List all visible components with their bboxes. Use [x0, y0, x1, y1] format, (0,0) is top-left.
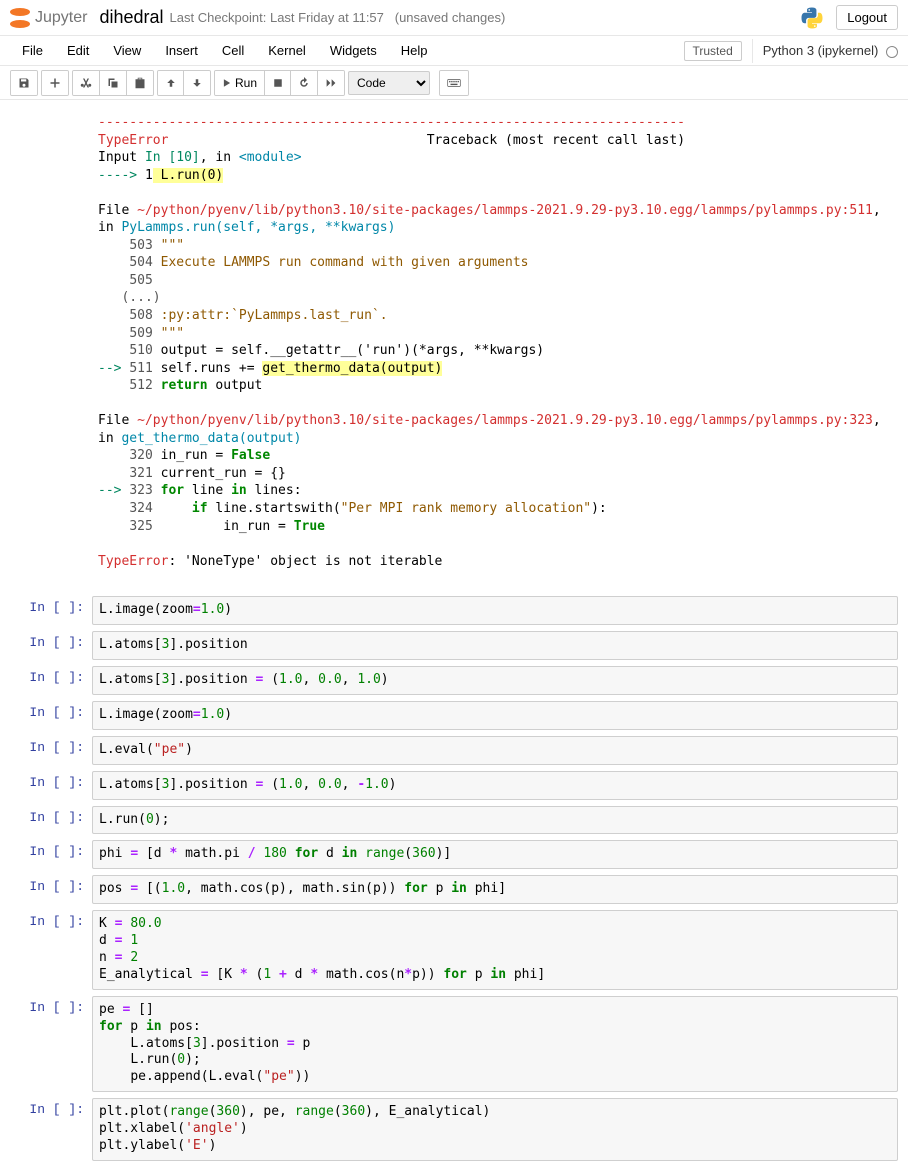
code-cell[interactable]: In [ ]: pe = [] for p in pos: L.atoms[3]… — [0, 994, 908, 1094]
save-icon — [18, 77, 30, 89]
run-button[interactable]: Run — [215, 71, 265, 95]
paste-icon — [134, 77, 146, 89]
notebook-header: Jupyter dihedral Last Checkpoint: Last F… — [0, 0, 908, 36]
code-input[interactable]: pe = [] for p in pos: L.atoms[3].positio… — [92, 996, 898, 1092]
code-cell[interactable]: In [ ]: L.atoms[3].position = (1.0, 0.0,… — [0, 664, 908, 697]
input-prompt: In [ ]: — [10, 631, 92, 660]
kernel-name[interactable]: Python 3 (ipykernel) — [763, 43, 898, 58]
menubar: File Edit View Insert Cell Kernel Widget… — [0, 36, 908, 66]
input-prompt: In [ ]: — [10, 910, 92, 990]
jupyter-logo[interactable]: Jupyter — [10, 8, 87, 28]
input-prompt: In [ ]: — [10, 771, 92, 800]
code-cell[interactable]: In [ ]: L.image(zoom=1.0) — [0, 699, 908, 732]
cell-type-select[interactable]: Code — [348, 71, 430, 95]
code-cell[interactable]: In [ ]: plt.plot(range(360), pe, range(3… — [0, 1096, 908, 1163]
arrow-up-icon — [166, 77, 176, 89]
add-cell-button[interactable] — [42, 71, 68, 95]
input-prompt: In [ ]: — [10, 1098, 92, 1161]
toolbar: Run Code — [0, 66, 908, 100]
input-prompt: In [ ]: — [10, 875, 92, 904]
copy-button[interactable] — [100, 71, 127, 95]
code-input[interactable]: L.atoms[3].position = (1.0, 0.0, 1.0) — [92, 666, 898, 695]
restart-run-all-button[interactable] — [318, 71, 344, 95]
input-prompt: In [ ]: — [10, 701, 92, 730]
notebook-container: ----------------------------------------… — [0, 100, 908, 1173]
code-input[interactable]: K = 80.0 d = 1 n = 2 E_analytical = [K *… — [92, 910, 898, 990]
code-input[interactable]: plt.plot(range(360), pe, range(360), E_a… — [92, 1098, 898, 1161]
menu-view[interactable]: View — [101, 37, 153, 64]
code-cell[interactable]: In [ ]: L.atoms[3].position = (1.0, 0.0,… — [0, 769, 908, 802]
menu-widgets[interactable]: Widgets — [318, 37, 389, 64]
traceback-output[interactable]: ----------------------------------------… — [92, 110, 898, 574]
code-input[interactable]: L.image(zoom=1.0) — [92, 596, 898, 625]
menu-cell[interactable]: Cell — [210, 37, 256, 64]
input-prompt: In [ ]: — [10, 736, 92, 765]
trusted-indicator[interactable]: Trusted — [684, 41, 742, 61]
code-cell[interactable]: In [ ]: pos = [(1.0, math.cos(p), math.s… — [0, 873, 908, 906]
input-prompt: In [ ]: — [10, 806, 92, 835]
input-prompt: In [ ]: — [10, 840, 92, 869]
input-prompt: In [ ]: — [10, 996, 92, 1092]
command-palette-button[interactable] — [440, 71, 468, 95]
code-cell[interactable]: In [ ]: K = 80.0 d = 1 n = 2 E_analytica… — [0, 908, 908, 992]
save-button[interactable] — [11, 71, 37, 95]
fast-forward-icon — [325, 78, 337, 88]
code-input[interactable]: L.atoms[3].position = (1.0, 0.0, -1.0) — [92, 771, 898, 800]
code-cell[interactable]: In [ ]: L.atoms[3].position — [0, 629, 908, 662]
code-cell[interactable]: In [ ]: L.eval("pe") — [0, 734, 908, 767]
jupyter-icon — [10, 8, 30, 28]
restart-icon — [298, 77, 310, 89]
input-prompt: In [ ]: — [10, 596, 92, 625]
header-right: Logout — [800, 5, 898, 30]
code-cell[interactable]: In [ ]: phi = [d * math.pi / 180 for d i… — [0, 838, 908, 871]
logout-button[interactable]: Logout — [836, 5, 898, 30]
menu-help[interactable]: Help — [389, 37, 440, 64]
plus-icon — [49, 77, 61, 89]
arrow-down-icon — [192, 77, 202, 89]
cut-icon — [80, 77, 92, 89]
menu-kernel[interactable]: Kernel — [256, 37, 318, 64]
code-input[interactable]: L.run(0); — [92, 806, 898, 835]
keyboard-icon — [447, 78, 461, 88]
jupyter-logo-text: Jupyter — [35, 9, 87, 27]
copy-icon — [107, 77, 119, 89]
menu-file[interactable]: File — [10, 37, 55, 64]
input-prompt: In [ ]: — [10, 666, 92, 695]
kernel-status-icon — [886, 46, 898, 58]
code-input[interactable]: L.eval("pe") — [92, 736, 898, 765]
menu-insert[interactable]: Insert — [153, 37, 210, 64]
move-down-button[interactable] — [184, 71, 210, 95]
move-up-button[interactable] — [158, 71, 184, 95]
menu-edit[interactable]: Edit — [55, 37, 101, 64]
code-input[interactable]: L.atoms[3].position — [92, 631, 898, 660]
stop-icon — [273, 78, 283, 88]
code-cell[interactable]: In [ ]: L.run(0); — [0, 804, 908, 837]
code-input[interactable]: L.image(zoom=1.0) — [92, 701, 898, 730]
code-input[interactable]: pos = [(1.0, math.cos(p), math.sin(p)) f… — [92, 875, 898, 904]
code-input[interactable]: phi = [d * math.pi / 180 for d in range(… — [92, 840, 898, 869]
restart-button[interactable] — [291, 71, 318, 95]
cut-button[interactable] — [73, 71, 100, 95]
python-icon — [800, 6, 824, 30]
paste-button[interactable] — [127, 71, 153, 95]
play-icon — [222, 78, 232, 88]
notebook-name[interactable]: dihedral — [99, 7, 163, 28]
output-cell-traceback: ----------------------------------------… — [0, 108, 908, 576]
code-cell[interactable]: In [ ]: L.image(zoom=1.0) — [0, 594, 908, 627]
checkpoint-status: Last Checkpoint: Last Friday at 11:57 (u… — [170, 10, 506, 25]
output-prompt — [10, 110, 92, 574]
stop-button[interactable] — [265, 71, 291, 95]
